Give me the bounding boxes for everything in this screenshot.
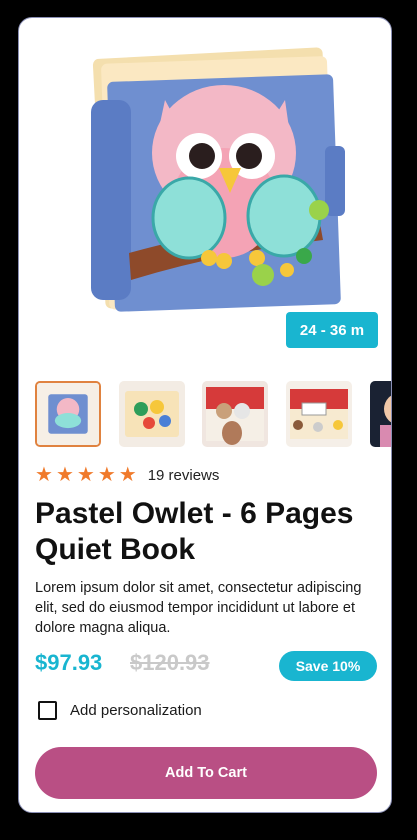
discount-badge: Save 10% [279,651,377,681]
thumbnail-4[interactable] [286,381,352,447]
review-count[interactable]: 19 reviews [148,467,220,484]
product-title: Pastel Owlet - 6 Pages Quiet Book [35,497,354,566]
personalization-option[interactable]: Add personalization [38,701,202,720]
product-card: 24 - 36 m ★ ★ ★ ★ ★ 19 reviews Pastel Ow… [18,17,392,813]
rating: ★ ★ ★ ★ ★ 19 reviews [35,464,219,486]
thumbnail-2[interactable] [119,381,185,447]
current-price: $97.93 [35,650,103,675]
age-range-badge: 24 - 36 m [286,312,378,348]
star-icon: ★ [76,464,95,486]
star-icon: ★ [97,464,116,486]
star-icon: ★ [35,464,53,486]
thumbnail-1[interactable] [35,381,101,447]
personalization-checkbox[interactable] [38,701,57,720]
old-price: $120.93 [130,650,210,675]
product-description: Lorem ipsum dolor sit amet, consectetur … [35,580,362,636]
star-icon: ★ [118,464,137,486]
personalization-label: Add personalization [70,702,202,719]
star-icon: ★ [55,464,74,486]
thumbnail-5[interactable] [370,381,391,447]
product-image: 24 - 36 m [19,18,391,366]
add-to-cart-button[interactable]: Add To Cart [35,747,377,799]
thumbnail-gallery[interactable] [35,381,391,447]
thumbnail-3[interactable] [202,381,268,447]
